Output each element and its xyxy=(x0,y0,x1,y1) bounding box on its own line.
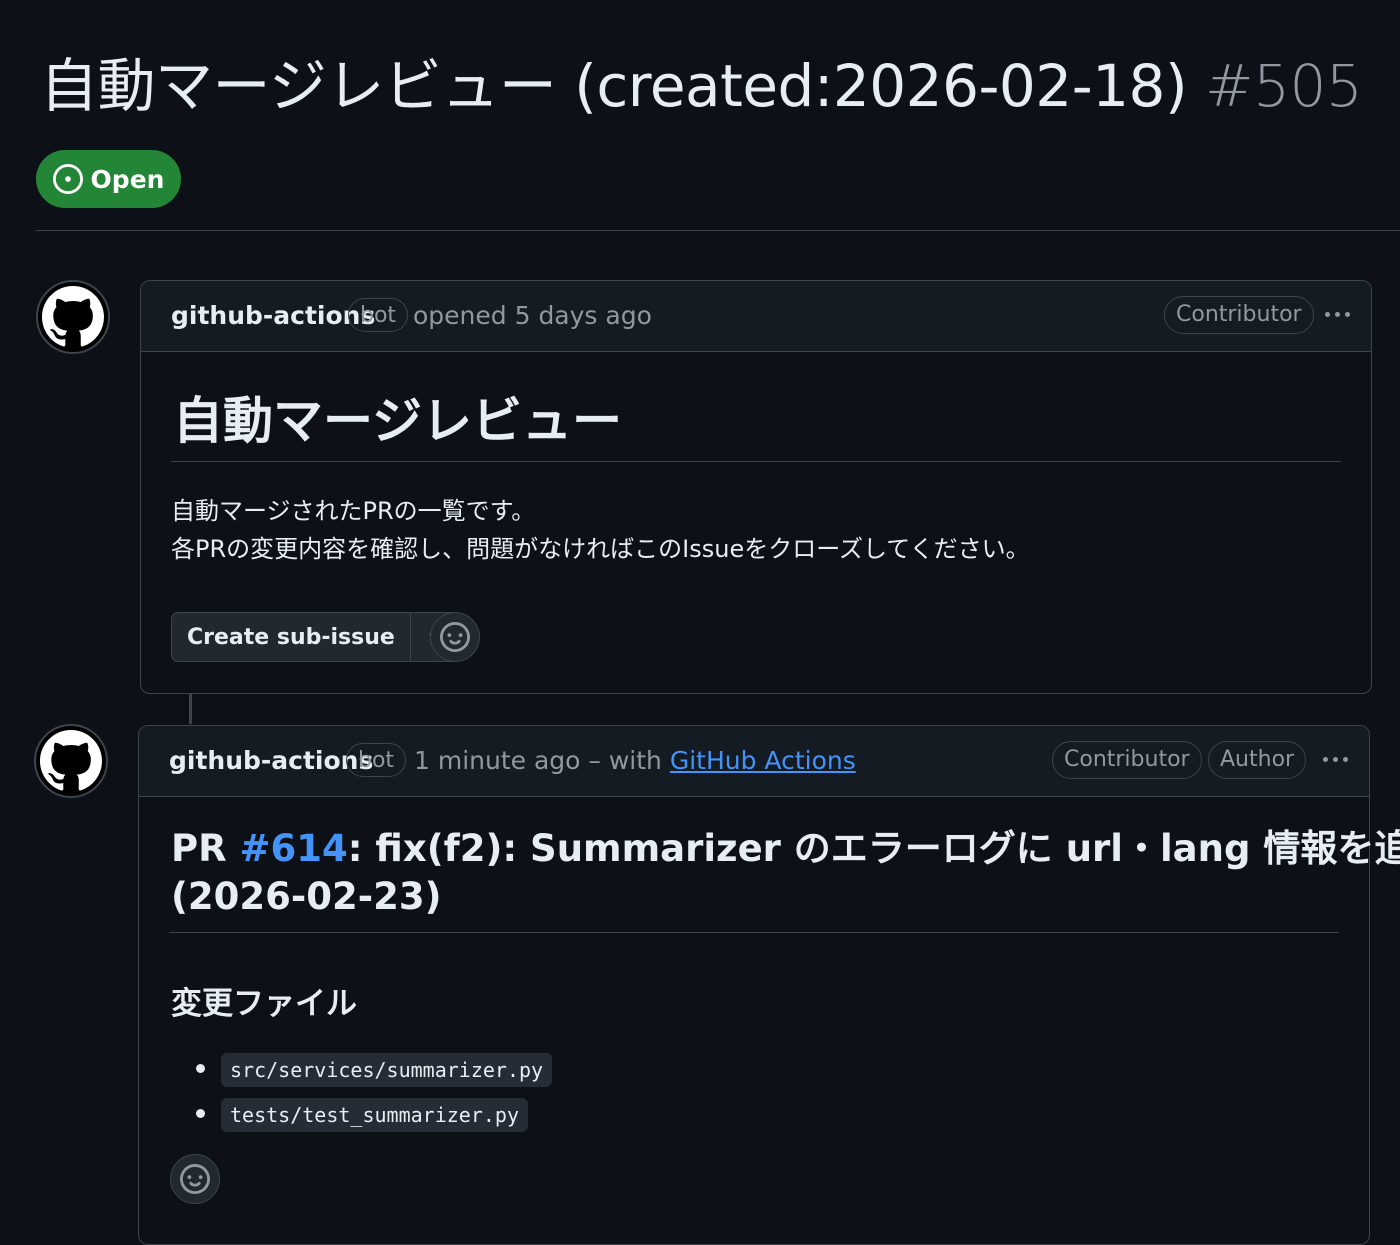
file-path-code: src/services/summarizer.py xyxy=(221,1052,553,1087)
github-mark-icon xyxy=(42,286,104,347)
add-reaction-button[interactable] xyxy=(170,1154,220,1204)
github-mark-icon xyxy=(40,730,102,791)
issue-opened-icon xyxy=(52,164,83,194)
smiley-icon xyxy=(440,622,470,652)
avatar[interactable] xyxy=(34,724,108,798)
pr-title-text: : fix(f2): Summarizer のエラーログに url・lang 情… xyxy=(347,827,1400,870)
changed-files-heading: 変更ファイル xyxy=(171,986,357,1022)
issue-state-badge: Open xyxy=(36,150,181,208)
list-item: src/services/summarizer.py xyxy=(196,1047,553,1092)
add-reaction-button[interactable] xyxy=(430,612,480,662)
comment-box-2: github-actions bot 1 minute ago – with G… xyxy=(138,725,1400,1245)
comment-author-link[interactable]: github-actions xyxy=(169,746,373,775)
comment-options-button[interactable] xyxy=(1319,299,1355,329)
comment-author-link[interactable]: github-actions xyxy=(171,301,375,330)
issue-state-label: Open xyxy=(90,164,165,194)
comment-body-line-2: 各PRの変更内容を確認し、問題がなければこのIssueをクローズしてください。 xyxy=(171,535,1030,563)
comment-body-line-1: 自動マージされたPRの一覧です。 xyxy=(171,497,536,525)
comment-heading: 自動マージレビュー xyxy=(173,392,622,450)
pr-number-link[interactable]: #614 xyxy=(240,827,348,870)
pr-prefix: PR xyxy=(171,827,227,870)
heading-divider xyxy=(169,932,1339,933)
pr-heading: PR #614: fix(f2): Summarizer のエラーログに url… xyxy=(171,825,1400,873)
bot-label: bot xyxy=(348,298,409,332)
heading-divider xyxy=(171,461,1341,462)
issue-title: 自動マージレビュー (created:2026-02-18) #505 xyxy=(40,48,1363,124)
comment-box-1: github-actions bot opened 5 days ago Con… xyxy=(140,280,1372,694)
comment-header-2: github-actions bot 1 minute ago – with G… xyxy=(139,726,1369,797)
comment-header-1: github-actions bot opened 5 days ago Con… xyxy=(141,281,1371,352)
smiley-icon xyxy=(180,1164,210,1194)
create-sub-issue-button[interactable]: Create sub-issue xyxy=(172,613,410,661)
issue-number: #505 xyxy=(1205,52,1363,120)
pr-heading-date: (2026-02-23) xyxy=(171,875,442,918)
issue-title-text: 自動マージレビュー (created:2026-02-18) xyxy=(40,52,1188,120)
comment-options-button[interactable] xyxy=(1317,744,1353,774)
comment-timestamp[interactable]: 1 minute ago – with xyxy=(414,746,662,775)
contributor-label: Contributor xyxy=(1164,296,1314,334)
comment-meta: 1 minute ago – with GitHub Actions xyxy=(414,746,856,775)
changed-files-list: src/services/summarizer.py tests/test_su… xyxy=(196,1047,553,1137)
header-divider xyxy=(36,230,1400,231)
list-item: tests/test_summarizer.py xyxy=(196,1092,552,1137)
avatar[interactable] xyxy=(36,280,110,354)
file-path-code: tests/test_summarizer.py xyxy=(221,1097,528,1132)
contributor-label: Contributor xyxy=(1052,741,1202,779)
kebab-horizontal-icon xyxy=(1324,311,1330,317)
bot-label: bot xyxy=(346,743,407,777)
timeline-connector xyxy=(189,694,192,724)
create-sub-issue-button-group: Create sub-issue xyxy=(171,612,462,662)
kebab-horizontal-icon xyxy=(1322,756,1328,762)
comment-timestamp[interactable]: opened 5 days ago xyxy=(413,301,652,330)
author-label: Author xyxy=(1208,741,1307,779)
github-actions-link[interactable]: GitHub Actions xyxy=(670,746,856,775)
